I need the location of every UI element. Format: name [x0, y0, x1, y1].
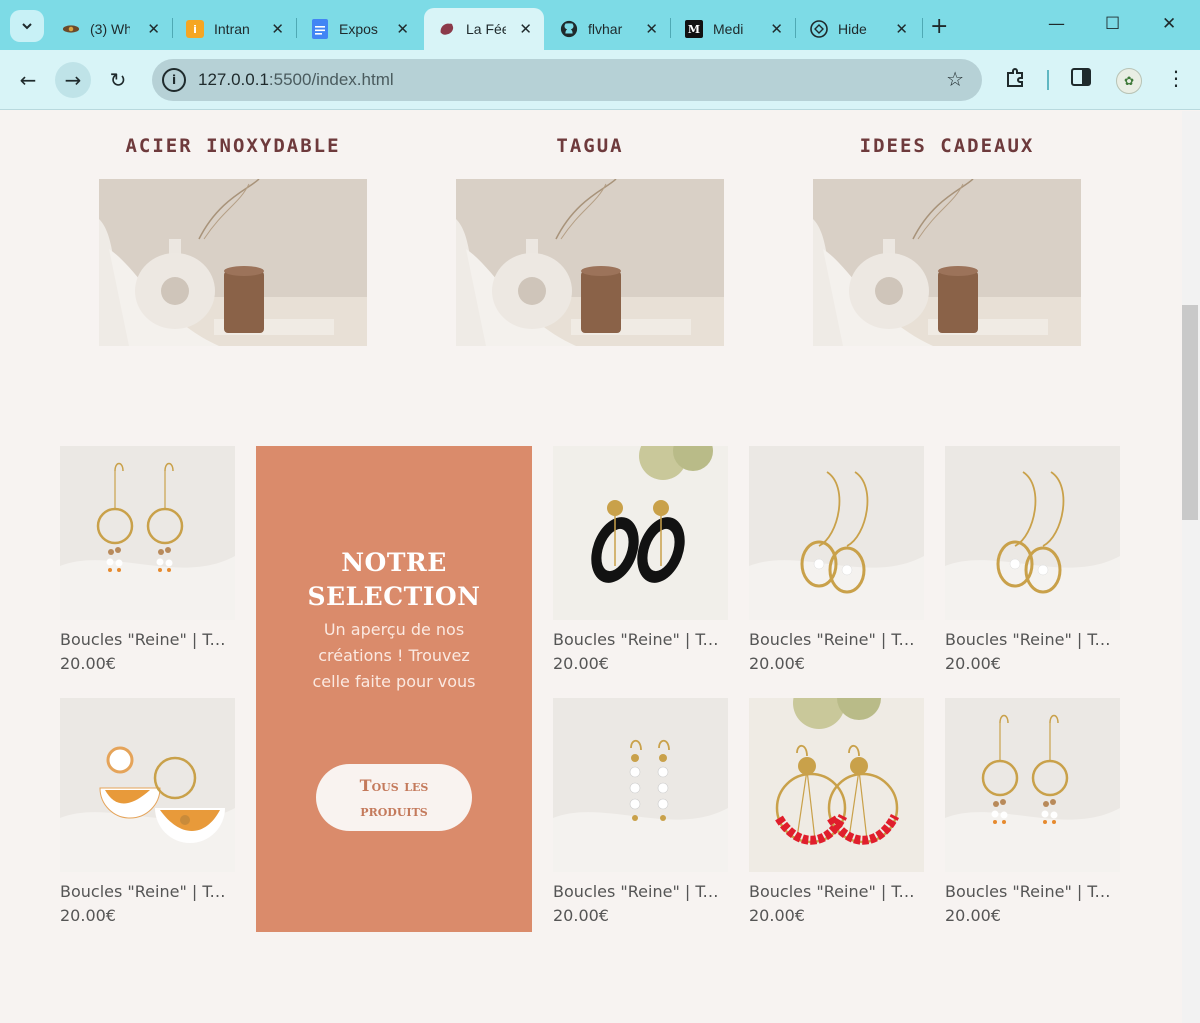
product-card[interactable]: Boucles "Reine" | Tagua 20.00€ — [945, 698, 1120, 925]
product-image[interactable] — [749, 698, 924, 872]
tab-5[interactable]: M Medi ✕ — [671, 8, 795, 50]
product-card[interactable]: Boucles "Reine" | Tagua 20.00€ — [945, 446, 1120, 673]
chevron-down-icon — [22, 23, 32, 30]
product-price: 20.00€ — [553, 906, 609, 925]
tab-search-button[interactable] — [10, 10, 44, 42]
tab-divider — [922, 18, 923, 38]
product-name[interactable]: Boucles "Reine" | Tagua — [553, 630, 728, 649]
google-docs-icon — [311, 19, 329, 39]
product-price: 20.00€ — [749, 654, 805, 673]
product-price: 20.00€ — [553, 654, 609, 673]
more-vertical-icon[interactable]: ⋮ — [1166, 66, 1186, 90]
maximize-icon[interactable]: ☐ — [1105, 14, 1120, 34]
product-image[interactable] — [945, 446, 1120, 620]
chatgpt-icon — [810, 20, 828, 38]
product-image[interactable] — [60, 446, 235, 620]
page-scrollbar[interactable] — [1182, 111, 1200, 1023]
close-icon[interactable]: ✕ — [645, 20, 658, 38]
product-card[interactable]: Boucles "Reine" | Tagua 20.00€ — [553, 446, 728, 673]
github-icon — [560, 20, 578, 38]
close-icon[interactable]: ✕ — [396, 20, 409, 38]
tab-title: (3) Wh — [90, 21, 130, 37]
tab-title: Intran — [214, 21, 250, 37]
tab-title: Expos — [339, 21, 378, 37]
bookmark-star-icon[interactable]: ☆ — [946, 67, 964, 91]
product-card[interactable]: Boucles "Reine" | Tagua 20.00€ — [60, 698, 235, 925]
minimize-icon[interactable]: — — [1048, 14, 1065, 34]
category-title-tagua[interactable]: TAGUA — [456, 135, 724, 157]
toolbar-divider — [1047, 70, 1049, 90]
category-image-tagua[interactable] — [456, 179, 724, 346]
close-icon[interactable]: ✕ — [271, 20, 284, 38]
product-card[interactable]: Boucles "Reine" | Tagua 20.00€ — [749, 698, 924, 925]
window-close-icon[interactable]: ✕ — [1162, 14, 1176, 34]
tab-0[interactable]: (3) Wh ✕ — [48, 8, 172, 50]
product-name[interactable]: Boucles "Reine" | Tagua — [945, 630, 1120, 649]
product-image[interactable] — [749, 446, 924, 620]
product-price: 20.00€ — [60, 906, 116, 925]
category-title-acier[interactable]: ACIER INOXYDABLE — [99, 135, 367, 157]
product-name[interactable]: Boucles "Reine" | Tagua — [945, 882, 1120, 901]
product-card[interactable]: Boucles "Reine" | Tagua 20.00€ — [60, 446, 235, 673]
product-price: 20.00€ — [945, 906, 1001, 925]
product-price: 20.00€ — [945, 654, 1001, 673]
tab-6[interactable]: Hide ✕ — [796, 8, 920, 50]
category-image-cadeaux[interactable] — [813, 179, 1081, 346]
tab-3-active[interactable]: La Fée ✕ — [424, 8, 544, 50]
tab-title: La Fée — [466, 21, 506, 37]
product-image[interactable] — [553, 446, 728, 620]
product-name[interactable]: Boucles "Reine" | Tagua — [60, 630, 235, 649]
product-price: 20.00€ — [749, 906, 805, 925]
back-arrow-icon[interactable]: ← — [10, 62, 46, 98]
site-info-icon[interactable]: i — [162, 68, 186, 92]
all-products-button[interactable]: Tous les produits — [316, 764, 472, 831]
product-image[interactable] — [553, 698, 728, 872]
scrollbar-thumb[interactable] — [1182, 305, 1198, 520]
selection-promo: NOTRE SELECTION Un aperçu de nos créatio… — [256, 446, 532, 932]
tab-2[interactable]: Expos ✕ — [297, 8, 421, 50]
eye-logo-icon — [62, 20, 80, 38]
page-content: ACIER INOXYDABLE TAGUA IDEES CADEAUX Bou… — [0, 111, 1182, 1023]
close-icon[interactable]: ✕ — [519, 20, 532, 38]
promo-title-line: SELECTION — [307, 582, 481, 611]
product-card[interactable]: Boucles "Reine" | Tagua 20.00€ — [553, 698, 728, 925]
close-icon[interactable]: ✕ — [770, 20, 783, 38]
promo-title: NOTRE SELECTION — [256, 546, 532, 614]
product-name[interactable]: Boucles "Reine" | Tagua — [60, 882, 235, 901]
extensions-puzzle-icon[interactable] — [1005, 66, 1027, 93]
product-image[interactable] — [945, 698, 1120, 872]
address-bar[interactable]: i 127.0.0.1:5500/index.html ☆ — [152, 59, 982, 101]
tab-title: Medi — [713, 21, 744, 37]
close-icon[interactable]: ✕ — [895, 20, 908, 38]
url-text[interactable]: 127.0.0.1:5500/index.html — [198, 70, 394, 90]
promo-title-line: NOTRE — [341, 548, 447, 577]
new-tab-plus-icon[interactable]: + — [930, 14, 948, 39]
tab-strip: (3) Wh ✕ i Intran ✕ Expos ✕ La Fée ✕ flv… — [0, 0, 1200, 50]
intranet-logo-icon: i — [186, 20, 204, 38]
category-title-cadeaux[interactable]: IDEES CADEAUX — [813, 135, 1081, 157]
url-path: :5500/index.html — [268, 70, 394, 89]
tab-title: flvhar — [588, 21, 623, 37]
product-name[interactable]: Boucles "Reine" | Tagua — [749, 882, 924, 901]
tab-title: Hide — [838, 21, 867, 37]
reload-icon[interactable]: ↻ — [100, 62, 136, 98]
side-panel-icon[interactable] — [1071, 68, 1091, 91]
tab-1[interactable]: i Intran ✕ — [172, 8, 296, 50]
browser-toolbar: ← → ↻ i 127.0.0.1:5500/index.html ☆ ⋮ — [0, 50, 1200, 110]
forward-arrow-icon[interactable]: → — [55, 62, 91, 98]
product-image[interactable] — [60, 698, 235, 872]
tab-4[interactable]: flvhar ✕ — [546, 8, 670, 50]
category-image-acier[interactable] — [99, 179, 367, 346]
url-host: 127.0.0.1 — [198, 70, 269, 89]
profile-avatar[interactable]: ✿ — [1116, 68, 1142, 94]
product-name[interactable]: Boucles "Reine" | Tagua — [553, 882, 728, 901]
product-price: 20.00€ — [60, 654, 116, 673]
close-icon[interactable]: ✕ — [147, 20, 160, 38]
product-card[interactable]: Boucles "Reine" | Tagua 20.00€ — [749, 446, 924, 673]
product-name[interactable]: Boucles "Reine" | Tagua — [749, 630, 924, 649]
promo-subtitle: Un aperçu de nos créations ! Trouvez cel… — [312, 620, 476, 691]
medium-icon: M — [685, 20, 703, 38]
fairy-logo-icon — [438, 20, 456, 38]
